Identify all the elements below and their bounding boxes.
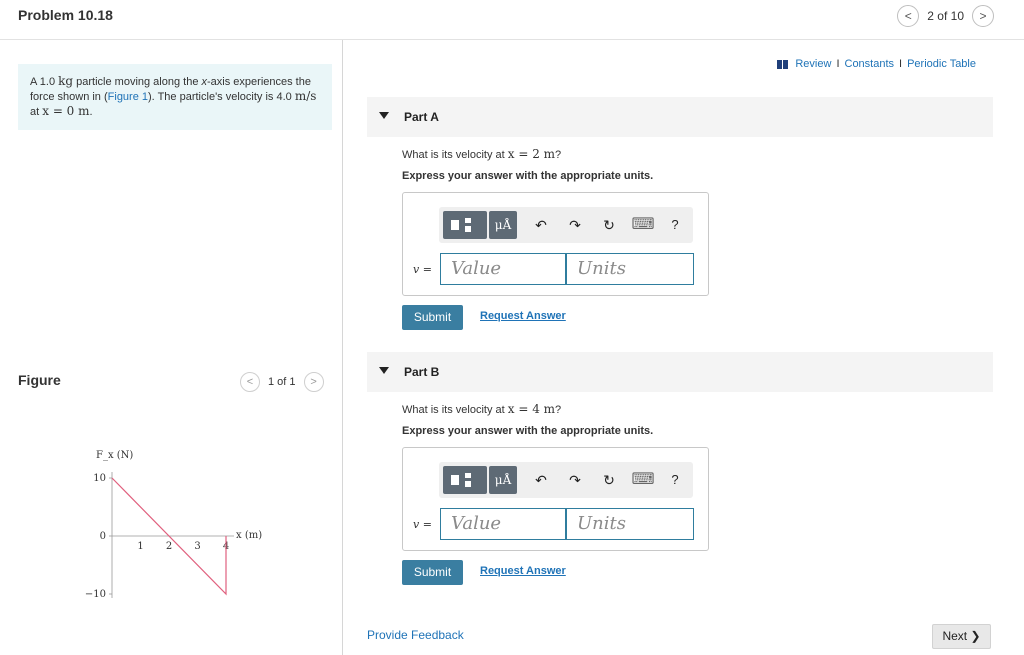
- problem-statement: A 1.0 kg particle moving along the x-axi…: [18, 64, 332, 130]
- graph-axes: [111, 472, 234, 598]
- part-b-request-answer-link[interactable]: Request Answer: [480, 565, 566, 577]
- part-b-question: What is its velocity at x = 4 m?: [402, 402, 562, 416]
- x-tick-label: 2: [166, 541, 172, 552]
- undo-icon[interactable]: ↶: [529, 468, 553, 492]
- y-tick-label: 0: [100, 531, 106, 542]
- help-icon[interactable]: ?: [663, 468, 687, 492]
- figure-pager: < 1 of 1 >: [240, 372, 324, 392]
- keyboard-icon[interactable]: ⌨: [631, 468, 655, 492]
- x-tick-label: 1: [137, 541, 143, 552]
- book-icon: [777, 59, 789, 69]
- redo-icon[interactable]: ↷: [563, 213, 587, 237]
- prev-figure-button[interactable]: <: [240, 372, 260, 392]
- resource-links: Review I Constants I Periodic Table: [777, 58, 976, 70]
- variable-label: v =: [413, 518, 432, 531]
- template-icon: [451, 220, 459, 230]
- reset-icon[interactable]: ↻: [597, 468, 621, 492]
- next-problem-button[interactable]: >: [972, 5, 994, 27]
- provide-feedback-link[interactable]: Provide Feedback: [367, 628, 464, 642]
- y-tick-label: −10: [85, 589, 106, 600]
- next-figure-button[interactable]: >: [303, 372, 324, 392]
- review-link[interactable]: Review: [795, 58, 831, 70]
- units-symbols-button[interactable]: μÅ: [489, 466, 517, 494]
- templates-button[interactable]: [443, 466, 487, 494]
- panel-divider: [342, 40, 343, 655]
- collapse-triangle-icon[interactable]: [379, 112, 389, 119]
- part-b-header[interactable]: Part B: [367, 352, 993, 392]
- part-b-answer-box: μÅ ↶ ↷ ↻ ⌨ ? v = Value Units: [402, 447, 709, 551]
- part-a-question: What is its velocity at x = 2 m?: [402, 147, 562, 161]
- units-input[interactable]: Units: [566, 508, 694, 540]
- figure-link[interactable]: Figure 1: [108, 91, 148, 103]
- value-input[interactable]: Value: [440, 508, 566, 540]
- help-icon[interactable]: ?: [663, 213, 687, 237]
- part-b-label: Part B: [404, 365, 440, 379]
- next-button[interactable]: Next ❯: [932, 624, 991, 649]
- y-tick-label: 10: [93, 473, 106, 484]
- keyboard-icon[interactable]: ⌨: [631, 213, 655, 237]
- graph-ticks: F_x (N)x (m)100−101 2 3 4: [85, 450, 262, 600]
- problem-pager-text: 2 of 10: [927, 9, 964, 23]
- figure-header: Figure < 1 of 1 >: [18, 368, 332, 398]
- problem-title: Problem 10.18: [18, 7, 113, 23]
- constants-link[interactable]: Constants: [845, 58, 895, 70]
- y-axis-label: F_x (N): [96, 450, 133, 461]
- figure-label: Figure: [18, 372, 61, 388]
- units-input[interactable]: Units: [566, 253, 694, 285]
- prev-problem-button[interactable]: <: [897, 5, 920, 27]
- part-a-answer-box: μÅ ↶ ↷ ↻ ⌨ ? v = Value Units: [402, 192, 709, 296]
- math-toolbar: μÅ ↶ ↷ ↻ ⌨ ?: [439, 207, 693, 243]
- figure-pager-text: 1 of 1: [268, 376, 296, 388]
- part-a-submit-button[interactable]: Submit: [402, 305, 463, 330]
- part-a-instruction: Express your answer with the appropriate…: [402, 170, 654, 182]
- math-toolbar: μÅ ↶ ↷ ↻ ⌨ ?: [439, 462, 693, 498]
- force-graph: F_x (N)x (m)100−101 2 3 4: [85, 450, 262, 600]
- variable-label: v =: [413, 263, 432, 276]
- x-tick-label: 3: [194, 541, 200, 552]
- part-a-request-answer-link[interactable]: Request Answer: [480, 310, 566, 322]
- part-a-label: Part A: [404, 110, 439, 124]
- reset-icon[interactable]: ↻: [597, 213, 621, 237]
- value-input[interactable]: Value: [440, 253, 566, 285]
- template-icon: [451, 475, 459, 485]
- units-symbols-button[interactable]: μÅ: [489, 211, 517, 239]
- part-b-instruction: Express your answer with the appropriate…: [402, 425, 654, 437]
- templates-button[interactable]: [443, 211, 487, 239]
- top-bar: Problem 10.18 < 2 of 10 >: [0, 0, 1024, 40]
- collapse-triangle-icon[interactable]: [379, 367, 389, 374]
- periodic-table-link[interactable]: Periodic Table: [907, 58, 976, 70]
- part-a-header[interactable]: Part A: [367, 97, 993, 137]
- undo-icon[interactable]: ↶: [529, 213, 553, 237]
- part-b-submit-button[interactable]: Submit: [402, 560, 463, 585]
- problem-pager: < 2 of 10 >: [897, 5, 994, 27]
- redo-icon[interactable]: ↷: [563, 468, 587, 492]
- x-axis-label: x (m): [236, 530, 262, 541]
